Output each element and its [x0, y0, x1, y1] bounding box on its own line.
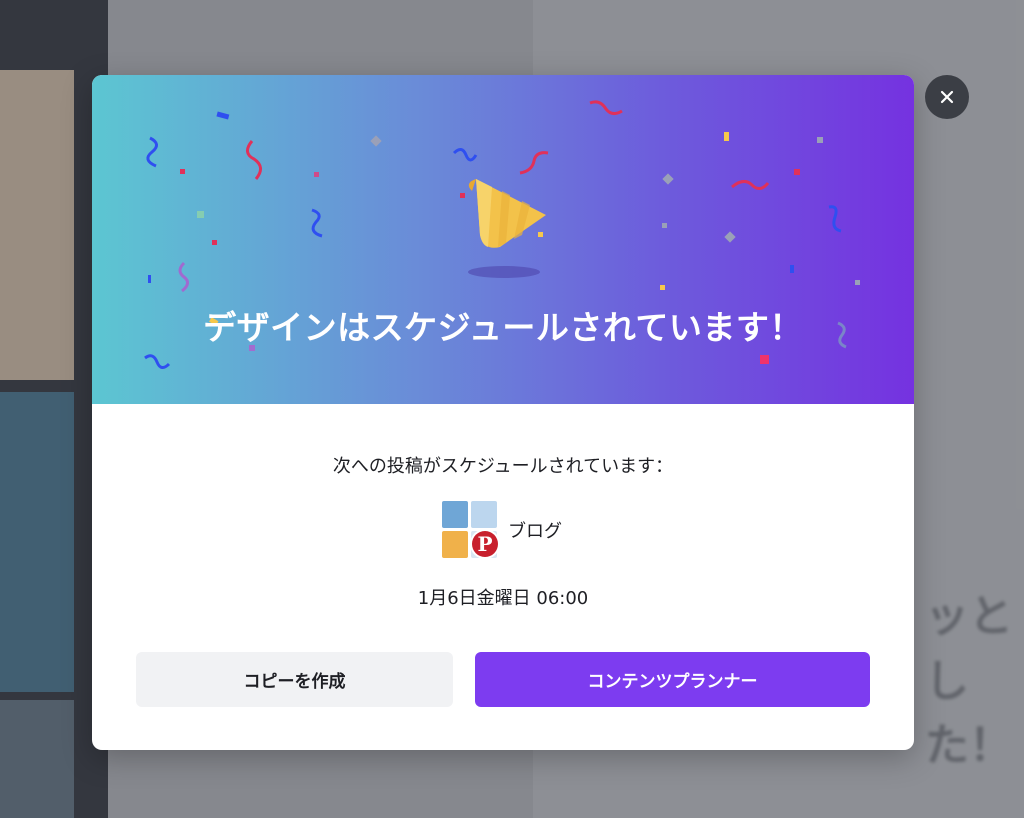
dialog-body: 次への投稿がスケジュールされています： P ブログ 1月6日金曜日 06:00 …	[92, 404, 914, 750]
dialog-title: デザインはスケジュールされています！	[203, 308, 803, 347]
close-button[interactable]	[925, 75, 969, 119]
dialog-subtitle: 次への投稿がスケジュールされています：	[332, 456, 674, 477]
make-copy-button[interactable]: コピーを作成	[136, 652, 453, 707]
schedule-success-dialog: デザインはスケジュールされています！ 次への投稿がスケジュールされています： P…	[92, 75, 914, 750]
hero-banner: デザインはスケジュールされています！	[92, 75, 914, 404]
pinterest-icon: P	[470, 529, 500, 559]
schedule-datetime: 1月6日金曜日 06:00	[417, 588, 589, 609]
account-thumbnail: P	[442, 501, 500, 559]
confetti-decoration	[144, 100, 860, 369]
close-icon	[940, 90, 954, 104]
party-popper-icon	[468, 179, 546, 278]
scheduled-account: P ブログ	[442, 500, 562, 560]
account-name: ブログ	[508, 521, 562, 542]
content-planner-button[interactable]: コンテンツプランナー	[475, 652, 870, 707]
